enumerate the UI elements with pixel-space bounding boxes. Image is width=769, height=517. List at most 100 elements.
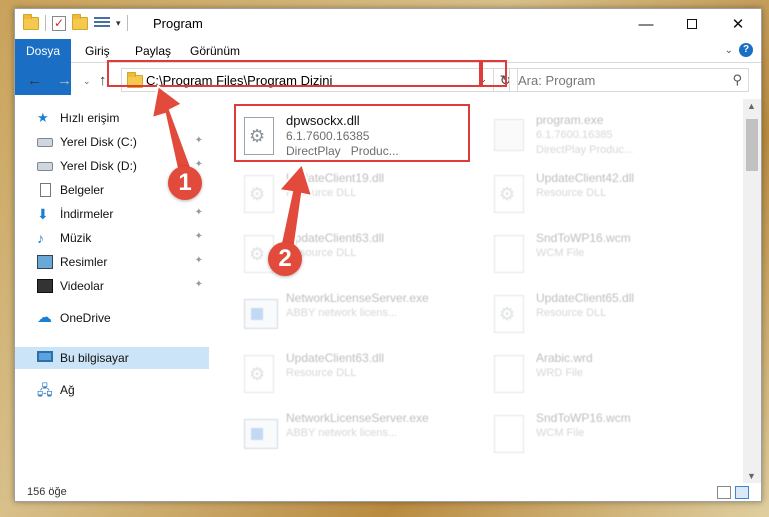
- file-item[interactable]: UpdateClient63.dll Resource DLL: [236, 347, 476, 403]
- sidebar-item-music[interactable]: ♪ Müzik ✦: [15, 227, 209, 249]
- sidebar-item-videos[interactable]: Videolar ✦: [15, 275, 209, 297]
- file-description: DirectPlay Produc...: [536, 144, 634, 156]
- file-name: program.exe: [536, 113, 604, 127]
- sidebar-item-pictures[interactable]: Resimler ✦: [15, 251, 209, 273]
- dll-file-icon: [244, 355, 274, 393]
- pin-icon[interactable]: ✦: [195, 255, 203, 266]
- file-item[interactable]: UpdateClient65.dll Resource DLL: [486, 287, 726, 343]
- drive-icon: [37, 162, 53, 171]
- network-icon: 🖧: [37, 382, 53, 398]
- back-button[interactable]: ←: [27, 72, 42, 89]
- minimize-button[interactable]: —: [623, 9, 669, 39]
- document-file-icon: [494, 415, 524, 453]
- pin-icon[interactable]: ✦: [195, 207, 203, 218]
- file-type: Resource DLL: [536, 307, 607, 319]
- folder-icon: [23, 13, 39, 30]
- file-name: UpdateClient42.dll: [536, 171, 635, 185]
- file-item[interactable]: SndToWP16.wcm WCM File: [486, 227, 726, 283]
- star-icon: ★: [37, 110, 49, 125]
- file-item[interactable]: SndToWP16.wcm WCM File: [486, 407, 726, 463]
- sidebar-item-label: Hızlı erişim: [60, 111, 120, 125]
- cloud-icon: ☁: [37, 309, 52, 326]
- file-name: SndToWP16.wcm: [536, 411, 631, 425]
- document-icon: [40, 183, 51, 197]
- scroll-down-icon[interactable]: ▼: [747, 471, 756, 481]
- maximize-icon: [687, 19, 697, 29]
- file-name: NetworkLicenseServer.exe: [286, 291, 429, 305]
- sidebar-item-label: Belgeler: [60, 183, 105, 197]
- file-type: WCM File: [536, 427, 585, 439]
- file-type: WRD File: [536, 367, 584, 379]
- file-item[interactable]: NetworkLicenseServer.exe ABBY network li…: [236, 287, 476, 343]
- sidebar-item-downloads[interactable]: ⬇ İndirmeler ✦: [15, 203, 209, 225]
- file-item[interactable]: Arabic.wrd WRD File: [486, 347, 726, 403]
- pin-icon[interactable]: ✦: [195, 231, 203, 242]
- toolbar-divider: [126, 15, 128, 31]
- large-icons-view-icon[interactable]: [735, 486, 749, 499]
- file-type: WCM File: [536, 247, 585, 259]
- up-button[interactable]: ↑: [99, 72, 107, 89]
- details-view-icon[interactable]: [717, 486, 731, 499]
- application-file-icon: [244, 419, 278, 449]
- music-icon: ♪: [37, 230, 44, 246]
- quick-access-toolbar: ✓ ▾: [23, 13, 128, 31]
- expand-ribbon-chevron-icon[interactable]: ⌄: [725, 45, 733, 56]
- sidebar-item-label: Resimler: [60, 255, 108, 269]
- videos-icon: [37, 279, 53, 293]
- file-version: 6.1.7600.16385: [536, 129, 613, 141]
- document-file-icon: [494, 235, 524, 273]
- sidebar-item-label: Ağ: [60, 383, 75, 397]
- title-bar: ✓ ▾ Program — ✕: [15, 9, 761, 39]
- document-file-icon: [494, 355, 524, 393]
- vertical-scrollbar[interactable]: ▲ ▼: [743, 99, 761, 483]
- pictures-icon: [37, 255, 53, 269]
- file-type: ABBY network licens...: [286, 427, 398, 439]
- sidebar-item-label: Bu bilgisayar: [60, 351, 129, 365]
- application-file-icon: [244, 299, 278, 329]
- sidebar-item-label: Yerel Disk (D:): [60, 159, 137, 173]
- new-folder-icon[interactable]: [72, 13, 88, 30]
- scrollbar-thumb[interactable]: [746, 119, 758, 171]
- file-item[interactable]: UpdateClient42.dll Resource DLL: [486, 167, 726, 223]
- exe-file-icon: [494, 119, 524, 151]
- refresh-highlight-box: [481, 60, 507, 87]
- recent-locations-button[interactable]: ⌄: [83, 76, 91, 87]
- sidebar-item-label: OneDrive: [60, 311, 111, 325]
- drive-icon: [37, 138, 53, 147]
- file-name: SndToWP16.wcm: [536, 231, 631, 245]
- sidebar-item-onedrive[interactable]: ☁ OneDrive: [15, 307, 209, 329]
- scroll-up-icon[interactable]: ▲: [747, 101, 756, 111]
- properties-icon[interactable]: [94, 16, 110, 30]
- file-highlight-box: [234, 104, 470, 162]
- dll-file-icon: [494, 175, 524, 213]
- pin-icon[interactable]: ✦: [195, 279, 203, 290]
- sidebar-item-this-pc[interactable]: Bu bilgisayar: [15, 347, 209, 369]
- item-count: 156 öğe: [27, 486, 67, 498]
- toolbar-divider: [45, 15, 46, 31]
- close-button[interactable]: ✕: [715, 9, 761, 39]
- search-icon[interactable]: ⚲: [732, 72, 742, 88]
- search-box[interactable]: Ara: Program ⚲: [509, 68, 749, 92]
- sidebar-item-label: Videolar: [60, 279, 104, 293]
- forward-button[interactable]: →: [57, 72, 72, 89]
- dll-file-icon: [494, 295, 524, 333]
- sidebar-item-label: Müzik: [60, 231, 92, 245]
- search-placeholder: Ara: Program: [518, 73, 596, 88]
- properties-check-icon[interactable]: ✓: [52, 15, 66, 31]
- help-icon[interactable]: ?: [739, 43, 753, 57]
- file-name: NetworkLicenseServer.exe: [286, 411, 429, 425]
- annotation-badge-2: 2: [268, 242, 302, 276]
- sidebar-item-label: Yerel Disk (C:): [60, 135, 137, 149]
- sidebar-item-network[interactable]: 🖧 Ağ: [15, 379, 209, 401]
- file-item[interactable]: NetworkLicenseServer.exe ABBY network li…: [236, 407, 476, 463]
- file-type: Resource DLL: [286, 367, 357, 379]
- status-bar: 156 öğe: [15, 483, 761, 503]
- maximize-button[interactable]: [669, 9, 715, 39]
- customize-toolbar-chevron-icon[interactable]: ▾: [116, 18, 121, 29]
- annotation-badge-1: 1: [168, 166, 202, 200]
- file-name: Arabic.wrd: [536, 351, 593, 365]
- file-item[interactable]: program.exe 6.1.7600.16385 DirectPlay Pr…: [486, 109, 726, 165]
- sidebar-item-label: İndirmeler: [60, 207, 114, 221]
- file-name: UpdateClient63.dll: [286, 351, 385, 365]
- file-type: ABBY network licens...: [286, 307, 398, 319]
